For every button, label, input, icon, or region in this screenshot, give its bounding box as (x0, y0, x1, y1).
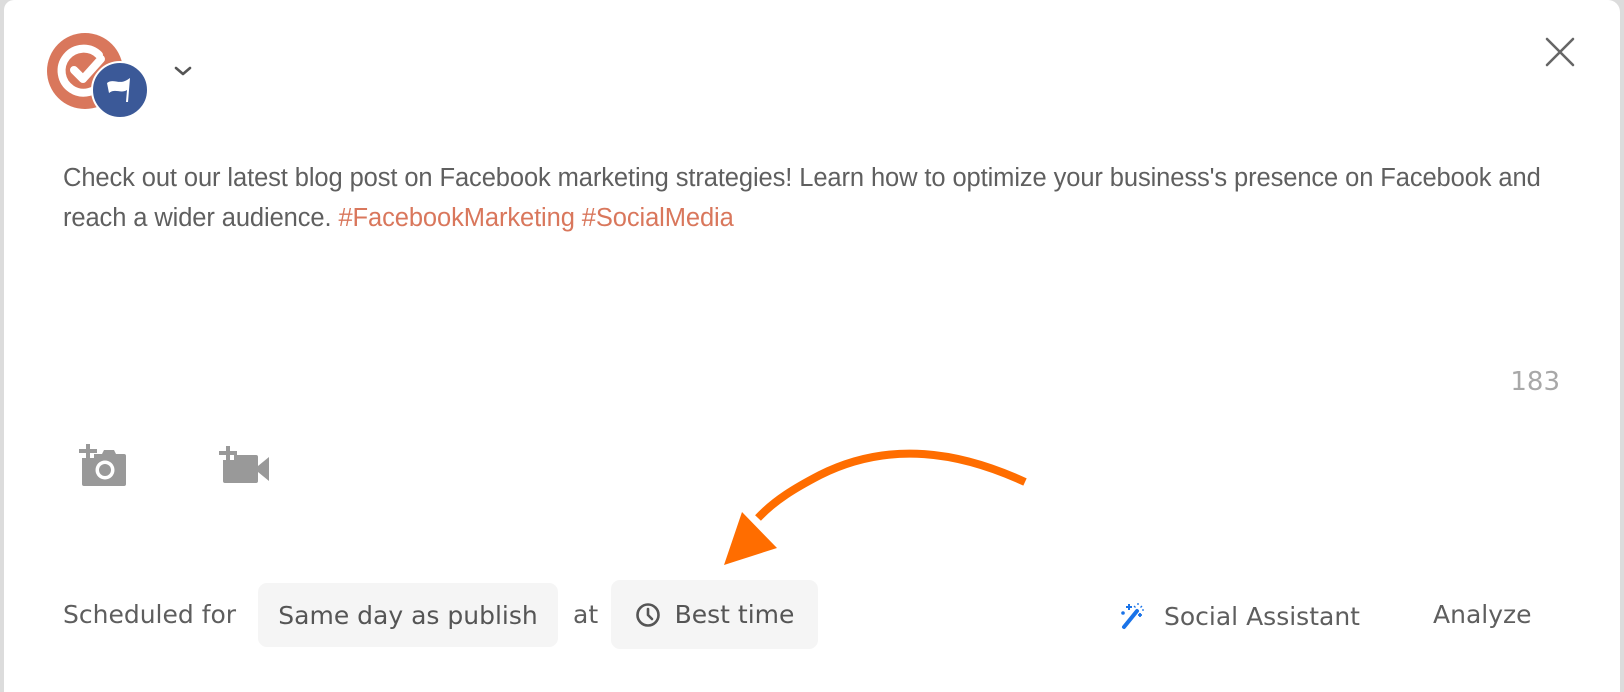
clock-icon (635, 602, 660, 627)
analyze-button[interactable]: Analyze (1433, 600, 1532, 629)
schedule-bar: Scheduled for Same day as publish at Bes… (0, 580, 1624, 650)
hashtag-social-media[interactable]: #SocialMedia (582, 204, 734, 232)
schedule-time-value: Best time (674, 600, 795, 629)
add-video-icon (219, 446, 269, 483)
add-photo-button[interactable] (78, 444, 130, 488)
chevron-down-icon (174, 66, 192, 76)
account-dropdown-button[interactable] (172, 62, 194, 80)
post-text-editor[interactable]: Check out our latest blog post on Facebo… (63, 158, 1553, 238)
facebook-page-badge (91, 61, 149, 119)
account-selector[interactable] (46, 33, 152, 123)
scheduled-for-label: Scheduled for (63, 600, 237, 629)
hashtag-facebook-marketing[interactable]: #FacebookMarketing (338, 204, 574, 232)
magic-wand-icon (1121, 603, 1144, 629)
add-video-button[interactable] (218, 446, 272, 486)
social-assistant-label: Social Assistant (1164, 601, 1360, 631)
schedule-time-dropdown[interactable]: Best time (611, 580, 818, 649)
schedule-day-value: Same day as publish (278, 600, 538, 630)
character-count: 183 (1510, 367, 1560, 397)
social-assistant-button[interactable]: Social Assistant (1120, 596, 1360, 636)
post-body-text: Check out our latest blog post on Facebo… (63, 164, 1541, 232)
close-icon (1545, 37, 1575, 67)
schedule-day-dropdown[interactable]: Same day as publish (258, 583, 558, 647)
flag-icon (107, 78, 130, 102)
at-label: at (573, 600, 599, 629)
close-button[interactable] (1544, 36, 1576, 68)
add-photo-icon (79, 444, 126, 486)
